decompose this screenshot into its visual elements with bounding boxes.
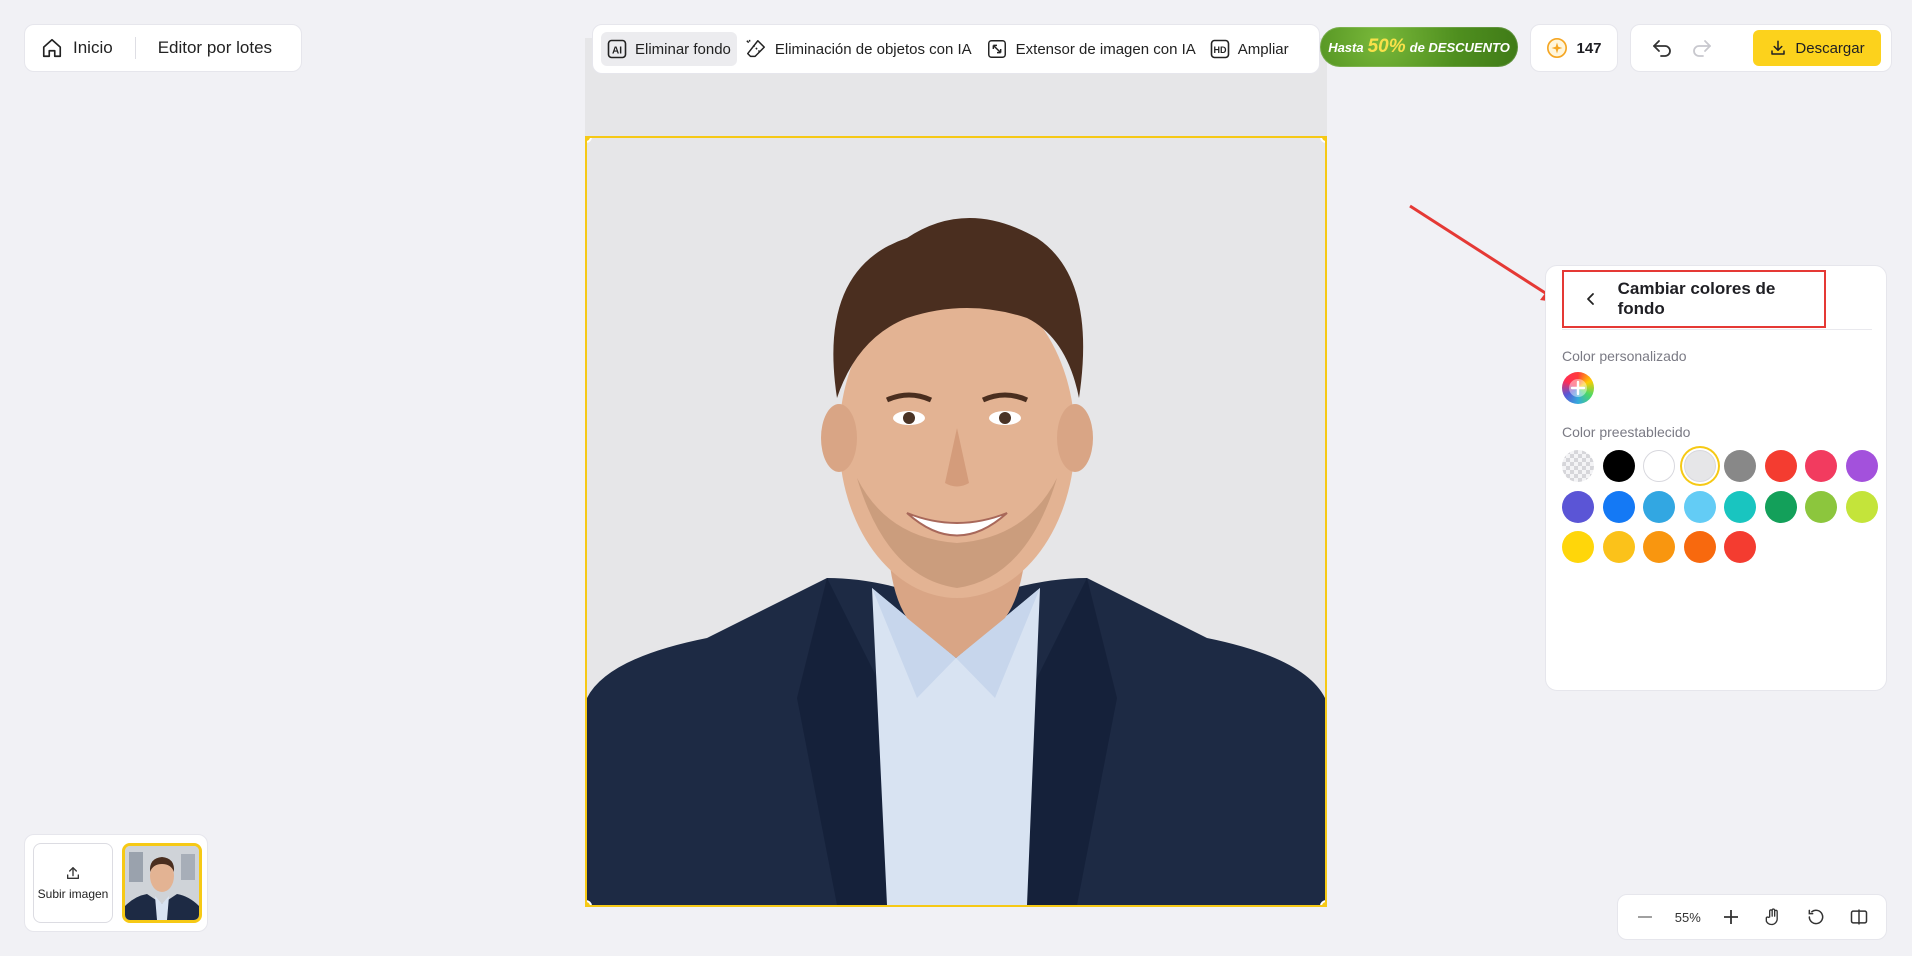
redo-icon [1693,40,1711,57]
ai-icon: AI [607,39,627,59]
image-thumbnail[interactable] [122,843,202,923]
nav-divider [134,37,136,59]
zoom-in-button[interactable] [1718,904,1744,930]
rotate-icon [1808,909,1824,925]
actions-bar: Descargar [1630,24,1892,72]
color-swatch[interactable] [1724,531,1756,563]
color-swatch[interactable] [1845,450,1878,482]
color-swatch[interactable] [1724,450,1756,482]
color-swatch-transparent[interactable] [1562,450,1594,482]
zoom-bar: 55% [1617,894,1887,940]
upload-label: Subir imagen [37,887,109,901]
tool-label: Eliminación de objetos con IA [774,40,972,58]
download-button[interactable]: Descargar [1753,30,1881,66]
color-swatch[interactable] [1643,531,1675,563]
color-swatch[interactable] [1643,450,1675,482]
undo-button[interactable] [1649,35,1675,61]
image-canvas[interactable] [585,136,1327,907]
resize-handle-bottom-right[interactable] [1320,900,1325,905]
color-swatch[interactable] [1602,490,1635,523]
color-swatch[interactable] [1683,450,1716,482]
plus-icon [1723,910,1738,924]
credits-count: 147 [1576,39,1602,57]
svg-text:HD: HD [1213,45,1226,55]
download-label: Descargar [1795,39,1865,57]
color-swatch[interactable] [1562,531,1594,563]
home-label: Inicio [73,38,113,57]
zoom-out-button[interactable] [1632,904,1658,930]
color-swatch[interactable] [1562,490,1594,523]
image-tray: Subir imagen [24,834,208,932]
back-button[interactable] [1578,286,1604,312]
download-icon [1771,40,1786,55]
reset-view-button[interactable] [1803,904,1829,930]
tool-label: Ampliar [1237,40,1289,58]
pan-hand-button[interactable] [1760,904,1786,930]
color-swatch[interactable] [1805,450,1837,482]
color-swatch[interactable] [1764,490,1797,523]
color-swatch[interactable] [1724,490,1756,523]
eraser-icon [746,39,765,58]
upload-icon [67,867,79,879]
tools-toolbar: AI Eliminar fondo Eliminación de objetos… [592,24,1320,74]
panel-header: Cambiar colores de fondo [1562,270,1826,328]
hd-icon: HD [1210,39,1230,59]
home-link[interactable]: Inicio [41,37,113,59]
batch-editor-link[interactable]: Editor por lotes [158,38,272,58]
plus-icon [1569,379,1587,397]
compare-button[interactable] [1846,904,1872,930]
promo-percent: 50% [1367,36,1406,57]
panel-title: Cambiar colores de fondo [1617,279,1776,318]
zoom-level: 55% [1674,909,1701,925]
panel-divider [1562,329,1872,330]
tool-remove-background[interactable]: AI Eliminar fondo [601,32,737,66]
tool-upscale[interactable]: HD Ampliar [1204,32,1295,66]
color-swatch[interactable] [1683,531,1716,563]
upload-image-button[interactable]: Subir imagen [33,843,113,923]
hand-icon [1766,908,1779,926]
star-coin-icon [1547,38,1568,58]
home-icon [42,38,62,58]
minus-icon [1638,916,1652,918]
tool-image-extender[interactable]: Extensor de imagen con IA [980,32,1202,66]
tool-label: Eliminar fondo [635,40,731,58]
compare-icon [1850,909,1868,925]
promo-prefix: Hasta [1328,39,1364,55]
expand-icon [987,40,1006,58]
background-color-panel: Cambiar colores de fondo Color personali… [1545,265,1887,691]
custom-color-picker[interactable] [1562,372,1594,404]
redo-button[interactable] [1689,35,1715,61]
svg-text:AI: AI [612,46,622,57]
portrait-photo [587,138,1325,905]
undo-icon [1653,40,1671,57]
color-swatch[interactable] [1805,490,1837,523]
promo-suffix: de DESCUENTO [1409,39,1510,55]
custom-color-label: Color personalizado [1562,348,1687,364]
thumbnail-photo [125,846,199,920]
tool-label: Extensor de imagen con IA [1015,40,1196,58]
top-nav: Inicio Editor por lotes [24,24,302,72]
color-swatch[interactable] [1845,490,1878,523]
chevron-left-icon [1586,293,1594,305]
credits-counter[interactable]: 147 [1530,24,1618,72]
color-swatch[interactable] [1602,450,1635,482]
preset-color-label: Color preestablecido [1562,424,1691,440]
tool-object-removal[interactable]: Eliminación de objetos con IA [739,32,978,66]
color-swatch[interactable] [1683,490,1716,523]
color-swatch[interactable] [1602,531,1635,563]
color-swatch[interactable] [1764,450,1797,482]
color-swatch[interactable] [1643,490,1675,523]
discount-promo-badge[interactable]: Hasta 50% de DESCUENTO [1320,27,1518,67]
